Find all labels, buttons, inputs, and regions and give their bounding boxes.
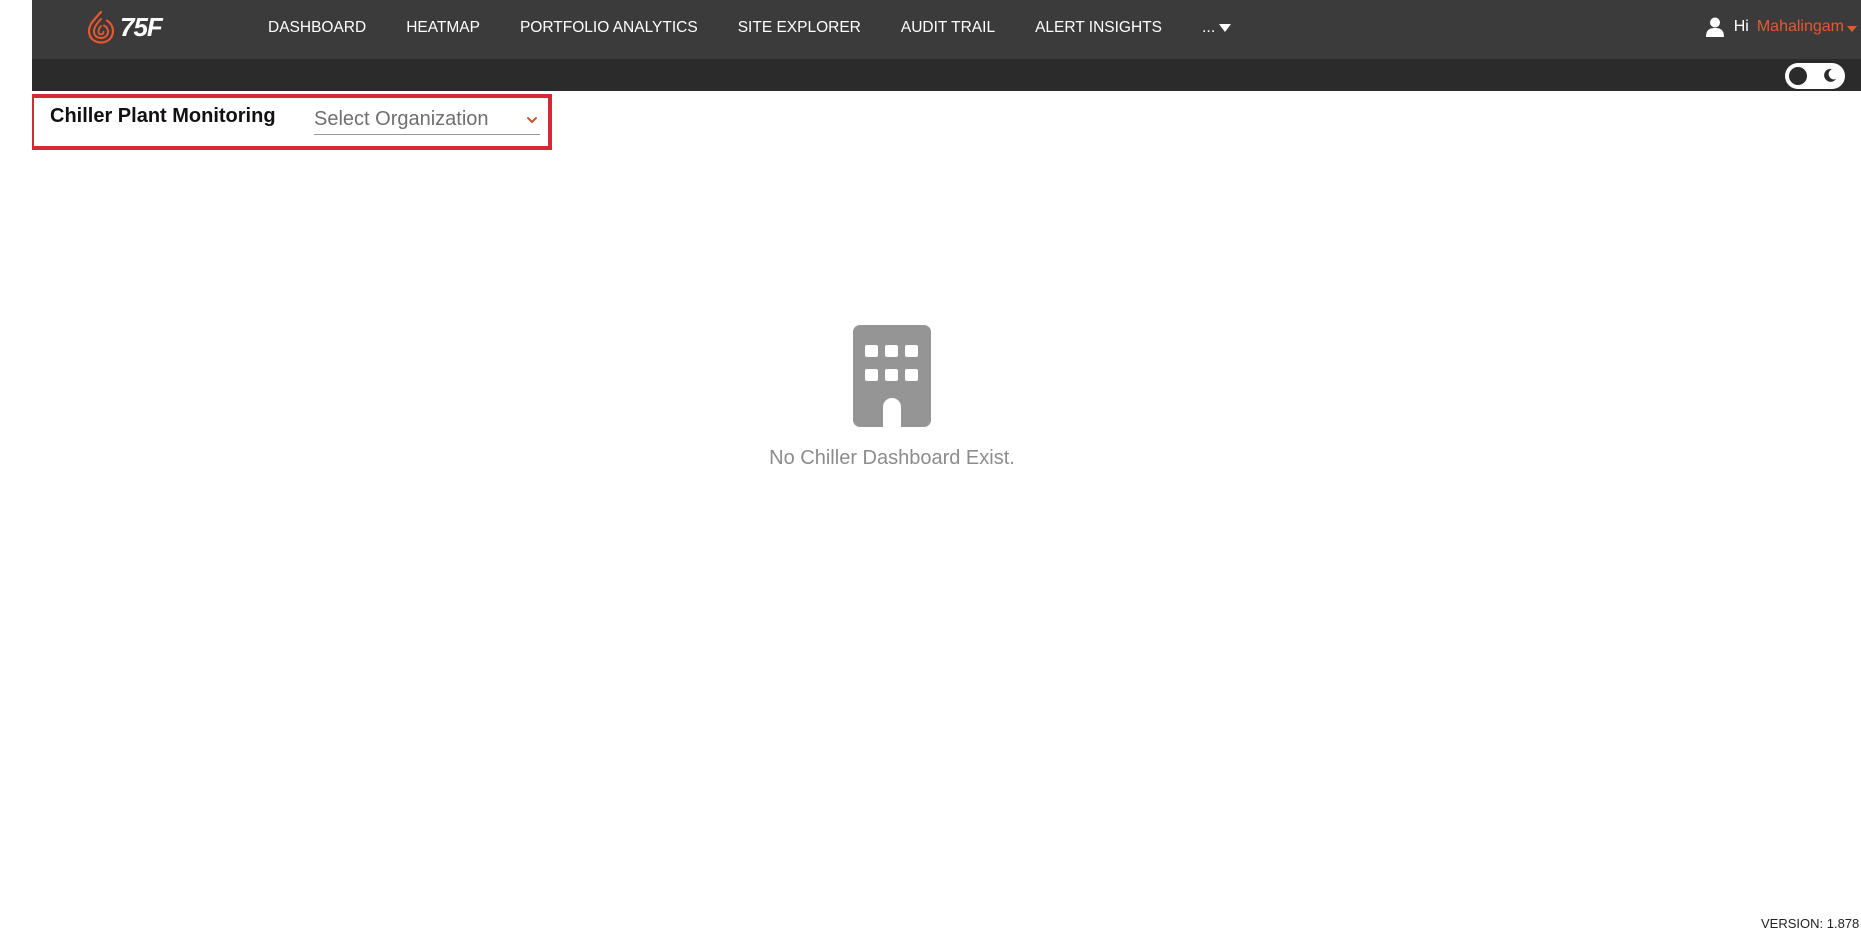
- organization-select[interactable]: Select Organization: [314, 108, 540, 135]
- caret-down-icon: [1219, 23, 1232, 32]
- toggle-knob: [1789, 67, 1807, 85]
- nav-more-menu[interactable]: ...: [1201, 18, 1232, 37]
- organization-select-placeholder: Select Organization: [314, 108, 489, 130]
- nav-dashboard[interactable]: DASHBOARD: [268, 19, 366, 37]
- nav-audit-trail[interactable]: AUDIT TRAIL: [901, 19, 995, 37]
- user-icon: [1705, 17, 1724, 37]
- user-caret-icon: [1847, 26, 1857, 32]
- nav-alert-insights[interactable]: ALERT INSIGHTS: [1035, 19, 1162, 37]
- main-nav: DASHBOARD HEATMAP PORTFOLIO ANALYTICS SI…: [268, 0, 1232, 55]
- app-root: 75F DASHBOARD HEATMAP PORTFOLIO ANALYTIC…: [32, 0, 1861, 945]
- user-name[interactable]: Mahalingam: [1757, 18, 1844, 36]
- user-menu[interactable]: Hi Mahalingam: [1705, 17, 1857, 37]
- page-header: Chiller Plant Monitoring Select Organiza…: [32, 94, 552, 150]
- brand-logo-text: 75F: [120, 11, 163, 42]
- user-greeting: Hi: [1733, 18, 1749, 35]
- theme-toggle[interactable]: [1785, 63, 1845, 89]
- page-title: Chiller Plant Monitoring: [50, 105, 276, 127]
- building-icon: [853, 325, 931, 427]
- moon-icon: [1824, 68, 1836, 82]
- nav-heatmap[interactable]: HEATMAP: [406, 19, 480, 37]
- empty-state-message: No Chiller Dashboard Exist.: [769, 447, 1015, 469]
- chevron-down-icon: [527, 117, 537, 123]
- nav-more-label: ...: [1201, 18, 1216, 36]
- top-navbar: 75F DASHBOARD HEATMAP PORTFOLIO ANALYTIC…: [32, 0, 1861, 59]
- version-label: VERSION: 1.878: [1761, 916, 1860, 931]
- flame-logo-icon: [87, 10, 115, 44]
- sub-toolbar: [32, 59, 1861, 91]
- nav-portfolio-analytics[interactable]: PORTFOLIO ANALYTICS: [520, 19, 698, 37]
- empty-state: No Chiller Dashboard Exist.: [742, 325, 1042, 470]
- brand-logo[interactable]: 75F: [86, 10, 163, 44]
- nav-site-explorer[interactable]: SITE EXPLORER: [738, 19, 861, 37]
